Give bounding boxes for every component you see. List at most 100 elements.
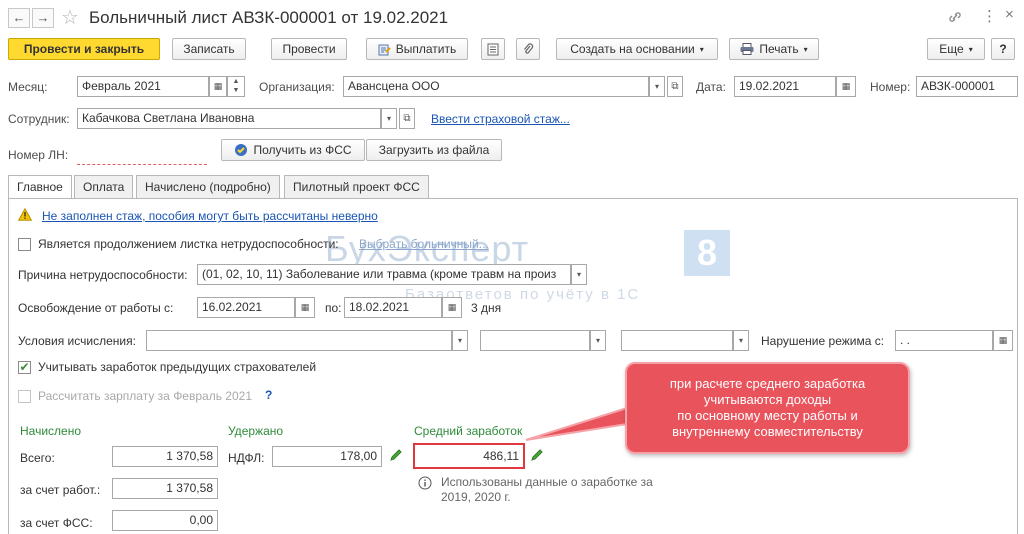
calendar-icon[interactable]: ▦ <box>836 76 856 97</box>
post-button[interactable]: Провести <box>271 38 347 60</box>
consider-previous-checkbox[interactable]: ✔ <box>18 361 31 374</box>
cause-field[interactable]: (01, 02, 10, 11) Заболевание или травма … <box>197 264 571 285</box>
pay-button[interactable]: Выплатить <box>366 38 468 60</box>
annotation-callout: при расчете среднего заработка учитывают… <box>625 362 910 454</box>
violation-field[interactable]: . . <box>895 330 993 351</box>
month-label: Месяц: <box>8 80 48 94</box>
select-sick-leave-link[interactable]: Выбрать больничный... <box>359 237 489 251</box>
callout-line-2: учитываются доходы <box>703 392 832 407</box>
consider-previous-label: Учитывать заработок предыдущих страховат… <box>38 360 317 374</box>
release-to-label: по: <box>325 301 342 315</box>
date-label: Дата: <box>696 80 726 94</box>
tab-fss-pilot[interactable]: Пилотный проект ФСС <box>284 175 429 198</box>
open-icon[interactable]: ⧉ <box>399 108 415 129</box>
average-earnings-header: Средний заработок <box>414 424 523 438</box>
calendar-icon[interactable]: ▦ <box>295 297 315 318</box>
back-button[interactable]: ← <box>8 8 30 28</box>
attach-button[interactable] <box>516 38 540 60</box>
list-icon <box>487 43 499 55</box>
violation-label: Нарушение режима с: <box>761 334 885 348</box>
number-label: Номер: <box>870 80 911 94</box>
ndfl-field[interactable]: 178,00 <box>272 446 382 467</box>
help-icon[interactable]: ? <box>265 388 272 402</box>
employee-field[interactable]: Кабачкова Светлана Ивановна <box>77 108 381 129</box>
release-from-label: Освобождение от работы с: <box>18 301 174 315</box>
chevron-down-icon[interactable]: ▾ <box>452 330 468 351</box>
chevron-down-icon[interactable]: ▾ <box>590 330 606 351</box>
release-to-field[interactable]: 18.02.2021 <box>344 297 442 318</box>
calendar-icon[interactable]: ▦ <box>209 76 227 97</box>
print-button[interactable]: Печать ▾ <box>729 38 819 60</box>
more-button[interactable]: Еще ▾ <box>927 38 985 60</box>
page-title: Больничный лист АВЗК-000001 от 19.02.202… <box>89 8 449 27</box>
experience-warning-link[interactable]: Не заполнен стаж, пособия могут быть рас… <box>42 209 378 223</box>
calendar-icon[interactable]: ▦ <box>993 330 1013 351</box>
info-icon <box>418 476 432 493</box>
ln-number-field[interactable] <box>77 144 207 165</box>
month-spinner[interactable]: ▲ ▼ <box>227 76 245 97</box>
post-and-close-button[interactable]: Провести и закрыть <box>8 38 160 60</box>
cause-label: Причина нетрудоспособности: <box>18 268 188 282</box>
calc-salary-checkbox[interactable] <box>18 390 31 403</box>
ndfl-label: НДФЛ: <box>228 451 265 465</box>
employer-label: за счет работ.: <box>20 483 101 497</box>
close-icon[interactable]: × <box>1005 6 1014 23</box>
help-button[interactable]: ? <box>991 38 1015 60</box>
link-icon[interactable] <box>948 8 962 24</box>
conditions-field-3[interactable] <box>621 330 733 351</box>
number-field[interactable]: АВЗК-000001 <box>916 76 1018 97</box>
save-button[interactable]: Записать <box>172 38 246 60</box>
tab-main[interactable]: Главное <box>8 175 72 199</box>
average-earnings-field[interactable]: 486,11 <box>413 443 525 469</box>
organization-field[interactable]: Авансцена ООО <box>343 76 649 97</box>
callout-pointer <box>525 406 628 441</box>
warning-icon <box>17 207 33 224</box>
ln-number-label: Номер ЛН: <box>8 148 69 162</box>
create-based-on-button[interactable]: Создать на основании ▾ <box>556 38 718 60</box>
conditions-field-2[interactable] <box>480 330 590 351</box>
pencil-icon[interactable] <box>389 448 403 465</box>
get-from-fss-button[interactable]: Получить из ФСС <box>221 139 365 161</box>
month-field[interactable]: Февраль 2021 <box>77 76 209 97</box>
info-text-line1: Использованы данные о заработке за <box>441 475 653 489</box>
printer-icon <box>740 43 754 55</box>
release-from-field[interactable]: 16.02.2021 <box>197 297 295 318</box>
chevron-down-icon[interactable]: ▾ <box>733 330 749 351</box>
chevron-down-icon[interactable]: ▾ <box>649 76 665 97</box>
chevron-down-icon[interactable]: ▾ <box>381 108 397 129</box>
open-icon[interactable]: ⧉ <box>667 76 683 97</box>
insurance-experience-link[interactable]: Ввести страховой стаж... <box>431 112 570 126</box>
tab-payment[interactable]: Оплата <box>74 175 134 198</box>
journal-button[interactable] <box>481 38 505 60</box>
total-field[interactable]: 1 370,58 <box>112 446 218 467</box>
pay-icon <box>378 44 391 55</box>
forward-icon: → <box>36 10 50 25</box>
continuation-label: Является продолжением листка нетрудоспос… <box>38 237 339 251</box>
pencil-icon[interactable] <box>530 448 544 465</box>
load-from-file-button[interactable]: Загрузить из файла <box>366 139 502 161</box>
fss-field[interactable]: 0,00 <box>112 510 218 531</box>
fss-label: за счет ФСС: <box>20 516 93 530</box>
back-icon: ← <box>12 10 26 25</box>
continuation-checkbox[interactable] <box>18 238 31 251</box>
info-text-line2: 2019, 2020 г. <box>441 490 511 504</box>
withheld-header: Удержано <box>228 424 284 438</box>
menu-icon[interactable]: ⋮ <box>982 7 997 25</box>
conditions-label: Условия исчисления: <box>18 334 136 348</box>
days-count: 3 дня <box>471 301 502 315</box>
star-icon[interactable]: ☆ <box>61 5 79 30</box>
callout-line-3: по основному месту работы и <box>677 408 858 423</box>
calc-salary-label: Рассчитать зарплату за Февраль 2021 <box>38 389 252 403</box>
chevron-down-icon[interactable]: ▾ <box>571 264 587 285</box>
paperclip-icon <box>524 42 534 54</box>
forward-button[interactable]: → <box>32 8 54 28</box>
callout-line-4: внутреннему совместительству <box>672 424 863 439</box>
employee-label: Сотрудник: <box>8 112 70 126</box>
chevron-down-icon: ▾ <box>968 44 973 54</box>
callout-line-1: при расчете среднего заработка <box>669 376 866 391</box>
conditions-field-1[interactable] <box>146 330 452 351</box>
date-field[interactable]: 19.02.2021 <box>734 76 836 97</box>
tab-accrued-detailed[interactable]: Начислено (подробно) <box>136 175 280 198</box>
employer-field[interactable]: 1 370,58 <box>112 478 218 499</box>
calendar-icon[interactable]: ▦ <box>442 297 462 318</box>
